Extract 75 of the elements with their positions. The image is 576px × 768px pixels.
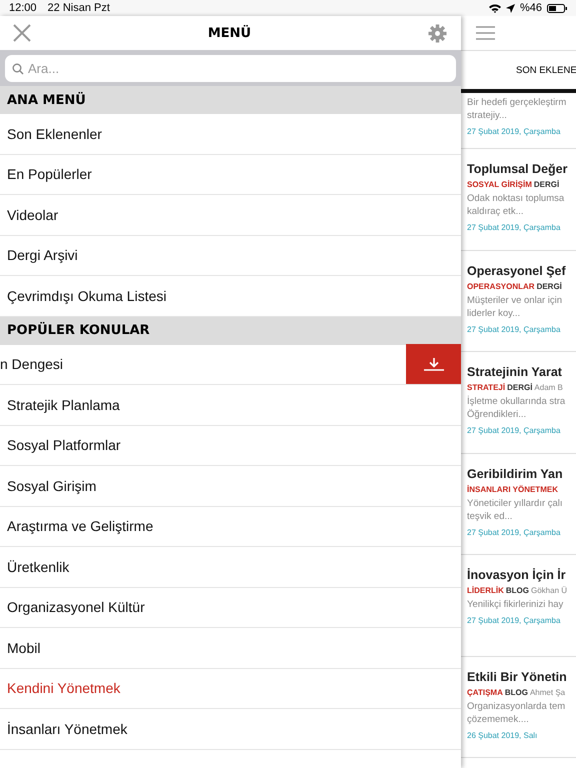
article-summary: İşletme okullarında stra bbox=[467, 395, 566, 408]
search-icon bbox=[12, 62, 24, 74]
article-title[interactable]: Operasyonel Şef bbox=[467, 264, 576, 278]
close-icon bbox=[13, 24, 31, 42]
article-category[interactable]: LİDERLİK bbox=[467, 586, 504, 595]
article-category[interactable]: STRATEJİ bbox=[467, 383, 506, 392]
article-date: 27 Şubat 2019, Çarşamba bbox=[467, 616, 562, 625]
menu-item[interactable]: Stratejik Planlama bbox=[7, 396, 120, 413]
download-button[interactable] bbox=[406, 344, 461, 384]
article-summary: Bir hedefi gerçekleştirm bbox=[467, 96, 568, 109]
battery-percent: %46 bbox=[520, 2, 542, 14]
article-summary: Müşteriler ve onlar için bbox=[467, 294, 564, 306]
menu-item[interactable]: Mobil bbox=[7, 640, 40, 656]
menu-item[interactable]: Dergi Arşivi bbox=[7, 247, 78, 264]
article-summary: Öğrendikleri... bbox=[467, 408, 528, 421]
menu-item[interactable]: Araştırma ve Geliştirme bbox=[7, 518, 154, 534]
article-date: 27 Şubat 2019, Çarşamba bbox=[467, 426, 562, 435]
menu-item[interactable]: Organizasyonel Kültür bbox=[7, 599, 145, 616]
article-date: 27 Şubat 2019, Çarşamba bbox=[467, 127, 562, 136]
battery-icon bbox=[547, 4, 567, 12]
article-type: BLOG bbox=[506, 586, 529, 595]
article-title[interactable]: Toplumsal Değer bbox=[467, 162, 576, 176]
search-field[interactable]: Ara... bbox=[5, 54, 456, 82]
menu-item[interactable]: Videolar bbox=[7, 206, 58, 223]
settings-icon bbox=[428, 24, 447, 42]
article-type: DERGİ bbox=[536, 282, 562, 290]
section-header: ANA MENÜ bbox=[0, 86, 461, 114]
article-summary: teşvik ed... bbox=[467, 510, 514, 522]
menu-icon bbox=[476, 26, 495, 40]
article-summary: kaldıraç etk... bbox=[467, 205, 524, 218]
menu-title: MENÜ bbox=[208, 26, 252, 40]
article-type: DERGİ bbox=[534, 180, 560, 189]
article-title[interactable]: İnovasyon İçin İr bbox=[467, 568, 576, 582]
menu-item[interactable]: Üretkenlik bbox=[7, 558, 70, 575]
menu-item[interactable]: En Popülerler bbox=[7, 166, 92, 182]
menu-item[interactable]: İnsanları Yönetmek bbox=[7, 720, 128, 737]
article-title[interactable]: Etkili Bir Yönetin bbox=[467, 670, 576, 684]
wifi-icon bbox=[488, 4, 501, 12]
article-author: Gökhan Ü bbox=[531, 586, 568, 595]
status-time: 12:00 bbox=[9, 2, 37, 14]
article-title[interactable]: Geribildirim Yan bbox=[467, 466, 576, 480]
article-category[interactable]: OPERASYONLAR bbox=[467, 282, 535, 290]
status-date: 22 Nisan Pzt bbox=[48, 2, 110, 14]
article-category[interactable]: SOSYAL GİRİŞİM bbox=[467, 180, 532, 189]
menu-item[interactable]: Çevrimdışı Okuma Listesi bbox=[7, 288, 166, 304]
menu-button[interactable] bbox=[476, 26, 495, 40]
close-button[interactable] bbox=[13, 24, 31, 42]
article-author: Ahmet Şa bbox=[530, 688, 566, 696]
feed-tab[interactable]: SON EKLENE bbox=[516, 64, 576, 76]
menu-item[interactable]: Sosyal Girişim bbox=[7, 478, 96, 494]
article-type: DERGİ bbox=[507, 383, 532, 392]
settings-button[interactable] bbox=[428, 24, 447, 42]
article-author: Adam B bbox=[534, 383, 563, 392]
article-type: BLOG bbox=[504, 688, 528, 696]
article-summary: liderler koy... bbox=[467, 306, 522, 320]
article-category[interactable]: ÇATIŞMA bbox=[467, 688, 503, 696]
menu-item[interactable]: n Dengesi bbox=[0, 356, 64, 372]
menu-item[interactable]: Son Eklenenler bbox=[7, 126, 102, 142]
menu-item[interactable]: Sosyal Platformlar bbox=[7, 437, 121, 454]
article-date: 27 Şubat 2019, Çarşamba bbox=[467, 324, 562, 334]
article-summary: çözememek.... bbox=[467, 712, 530, 726]
article-title[interactable]: Stratejinin Yarat bbox=[467, 365, 576, 379]
article-category[interactable]: İNSANLARI YÖNETMEK bbox=[467, 484, 558, 494]
download-icon bbox=[422, 357, 444, 372]
location-icon bbox=[506, 4, 515, 12]
article-summary: Yenilikçi fikirlerinizi hay bbox=[467, 598, 564, 611]
article-date: 26 Şubat 2019, Salı bbox=[467, 730, 538, 740]
article-summary: Yöneticiler yıllardır çalı bbox=[467, 496, 564, 510]
section-header: POPÜLER KONULAR bbox=[0, 316, 461, 344]
article-date: 27 Şubat 2019, Çarşamba bbox=[467, 528, 562, 536]
article-summary: Odak noktası toplumsa bbox=[467, 192, 566, 205]
menu-item[interactable]: Kendini Yönetmek bbox=[7, 680, 120, 696]
article-summary: stratejiy... bbox=[467, 109, 508, 122]
article-date: 27 Şubat 2019, Çarşamba bbox=[467, 223, 562, 232]
article-summary: Organizasyonlarda tem bbox=[467, 700, 566, 712]
